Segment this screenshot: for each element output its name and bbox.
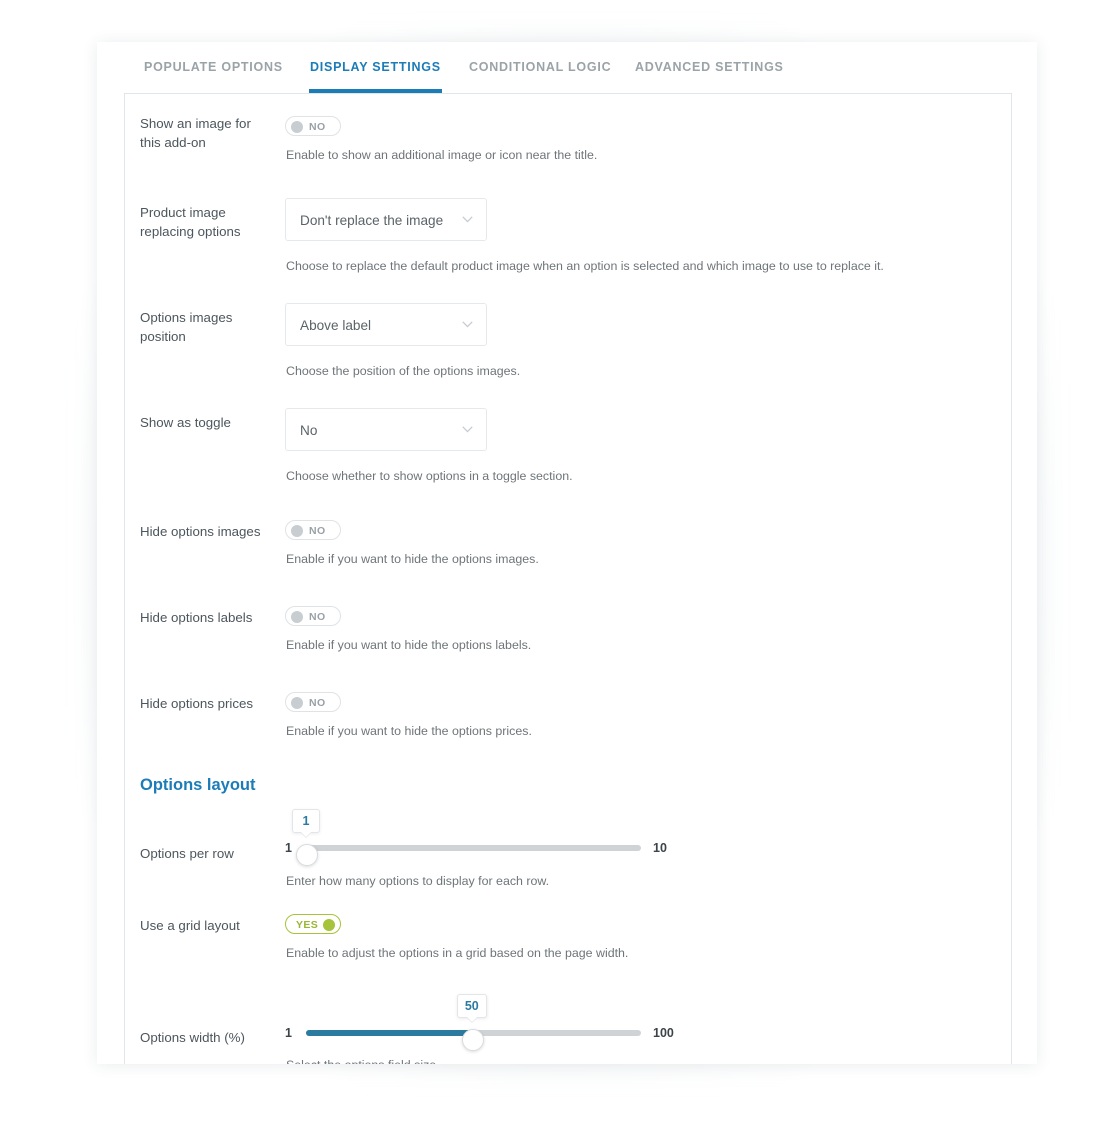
- select-show-as-toggle[interactable]: No: [285, 408, 487, 451]
- toggle-state-label: NO: [309, 611, 326, 623]
- setting-row-use-grid-layout: Use a grid layout YES Enable to adjust t…: [125, 906, 1011, 994]
- chevron-down-icon: [462, 321, 473, 328]
- slider-handle[interactable]: [461, 1029, 484, 1051]
- setting-label: Show an image for this add-on: [140, 116, 251, 150]
- toggle-switch[interactable]: NO: [285, 606, 341, 626]
- display-settings-panel: Show an image for this add-on NO Enable …: [124, 93, 1012, 1064]
- setting-description: Enable if you want to hide the options i…: [286, 552, 539, 566]
- select-value: Don't replace the image: [300, 213, 444, 228]
- setting-label: Options per row: [140, 846, 234, 861]
- slider-options-width[interactable]: 1 50 100: [285, 994, 685, 1051]
- setting-label: Options width (%): [140, 1030, 245, 1045]
- select-value: Above label: [300, 318, 372, 333]
- select-value: No: [300, 423, 318, 438]
- setting-description: Choose to replace the default product im…: [286, 259, 884, 273]
- setting-description: Enable if you want to hide the options p…: [286, 724, 532, 738]
- toggle-switch[interactable]: YES: [285, 914, 341, 934]
- setting-row-options-images-position: Options images position Above label Choo…: [125, 303, 1011, 408]
- setting-row-hide-options-prices: Hide options prices NO Enable if you wan…: [125, 685, 1011, 771]
- select-box[interactable]: Above label: [285, 303, 487, 346]
- setting-description: Choose whether to show options in a togg…: [286, 469, 573, 483]
- setting-description: Enter how many options to display for ea…: [286, 874, 550, 888]
- toggle-hide-options-images[interactable]: NO: [285, 520, 341, 545]
- setting-description: Enable to show an additional image or ic…: [286, 148, 598, 162]
- tab-display-settings[interactable]: DISPLAY SETTINGS: [309, 42, 442, 93]
- slider-max-label: 100: [653, 1026, 674, 1040]
- tab-conditional-logic[interactable]: CONDITIONAL LOGIC: [469, 42, 611, 93]
- slider-handle[interactable]: [296, 844, 318, 866]
- slider-track[interactable]: 1: [292, 809, 641, 866]
- slider-options-per-row[interactable]: 1 1 10: [285, 809, 685, 866]
- chevron-down-icon: [462, 216, 473, 223]
- toggle-use-grid-layout[interactable]: YES: [285, 914, 341, 939]
- slider-track[interactable]: 50: [306, 994, 641, 1051]
- setting-label: Use a grid layout: [140, 918, 240, 933]
- setting-row-hide-options-labels: Hide options labels NO Enable if you wan…: [125, 599, 1011, 685]
- slider-min-label: 1: [285, 841, 292, 855]
- setting-label: Hide options prices: [140, 696, 254, 711]
- toggle-knob: [291, 121, 303, 133]
- tab-populate-options[interactable]: POPULATE OPTIONS: [144, 42, 283, 93]
- setting-label: Hide options labels: [140, 610, 253, 625]
- select-options-images-position[interactable]: Above label: [285, 303, 487, 346]
- toggle-switch[interactable]: NO: [285, 116, 341, 136]
- setting-description: Enable to adjust the options in a grid b…: [286, 946, 629, 960]
- toggle-state-label: NO: [309, 121, 326, 133]
- tab-advanced-settings[interactable]: ADVANCED SETTINGS: [635, 42, 784, 93]
- tab-bar: POPULATE OPTIONS DISPLAY SETTINGS CONDIT…: [97, 42, 1037, 93]
- slider-fill: [306, 1030, 472, 1036]
- chevron-down-icon: [462, 426, 473, 433]
- toggle-state-label: YES: [296, 919, 319, 931]
- setting-row-show-as-toggle: Show as toggle No Choose whether to show…: [125, 408, 1011, 513]
- setting-row-product-image-replacing-options: Product image replacing options Don't re…: [125, 198, 1011, 303]
- toggle-knob: [291, 611, 303, 623]
- toggle-state-label: NO: [309, 697, 326, 709]
- setting-description: Choose the position of the options image…: [286, 364, 521, 378]
- toggle-knob: [323, 919, 335, 931]
- setting-description: Select the options field size.: [286, 1057, 440, 1064]
- setting-label: Product image replacing options: [140, 205, 241, 239]
- setting-label: Options images position: [140, 310, 233, 344]
- toggle-show-image-for-addon[interactable]: NO: [285, 116, 341, 141]
- slider-value-bubble: 50: [456, 994, 487, 1018]
- section-heading-options-layout: Options layout: [140, 776, 256, 794]
- toggle-state-label: NO: [309, 525, 326, 537]
- toggle-knob: [291, 697, 303, 709]
- toggle-switch[interactable]: NO: [285, 692, 341, 712]
- toggle-switch[interactable]: NO: [285, 520, 341, 540]
- slider-min-label: 1: [285, 1026, 292, 1040]
- setting-row-options-per-row: Options per row 1 1 10 Enter how many op…: [125, 809, 1011, 917]
- setting-description: Enable if you want to hide the options l…: [286, 638, 532, 652]
- toggle-hide-options-labels[interactable]: NO: [285, 606, 341, 631]
- setting-row-hide-options-images: Hide options images NO Enable if you wan…: [125, 513, 1011, 599]
- setting-label: Hide options images: [140, 524, 261, 539]
- select-product-image-replacing-options[interactable]: Don't replace the image: [285, 198, 487, 241]
- setting-row-options-width: Options width (%) 1 50 100 Select the op…: [125, 992, 1011, 1064]
- setting-label: Show as toggle: [140, 415, 231, 430]
- page-root: POPULATE OPTIONS DISPLAY SETTINGS CONDIT…: [0, 0, 1106, 1127]
- settings-card: POPULATE OPTIONS DISPLAY SETTINGS CONDIT…: [97, 42, 1037, 1064]
- slider-max-label: 10: [653, 841, 667, 855]
- slider-value-bubble: 1: [292, 809, 320, 833]
- toggle-hide-options-prices[interactable]: NO: [285, 692, 341, 717]
- select-box[interactable]: Don't replace the image: [285, 198, 487, 241]
- setting-row-show-image-for-addon: Show an image for this add-on NO Enable …: [125, 94, 1011, 184]
- toggle-knob: [291, 525, 303, 537]
- select-box[interactable]: No: [285, 408, 487, 451]
